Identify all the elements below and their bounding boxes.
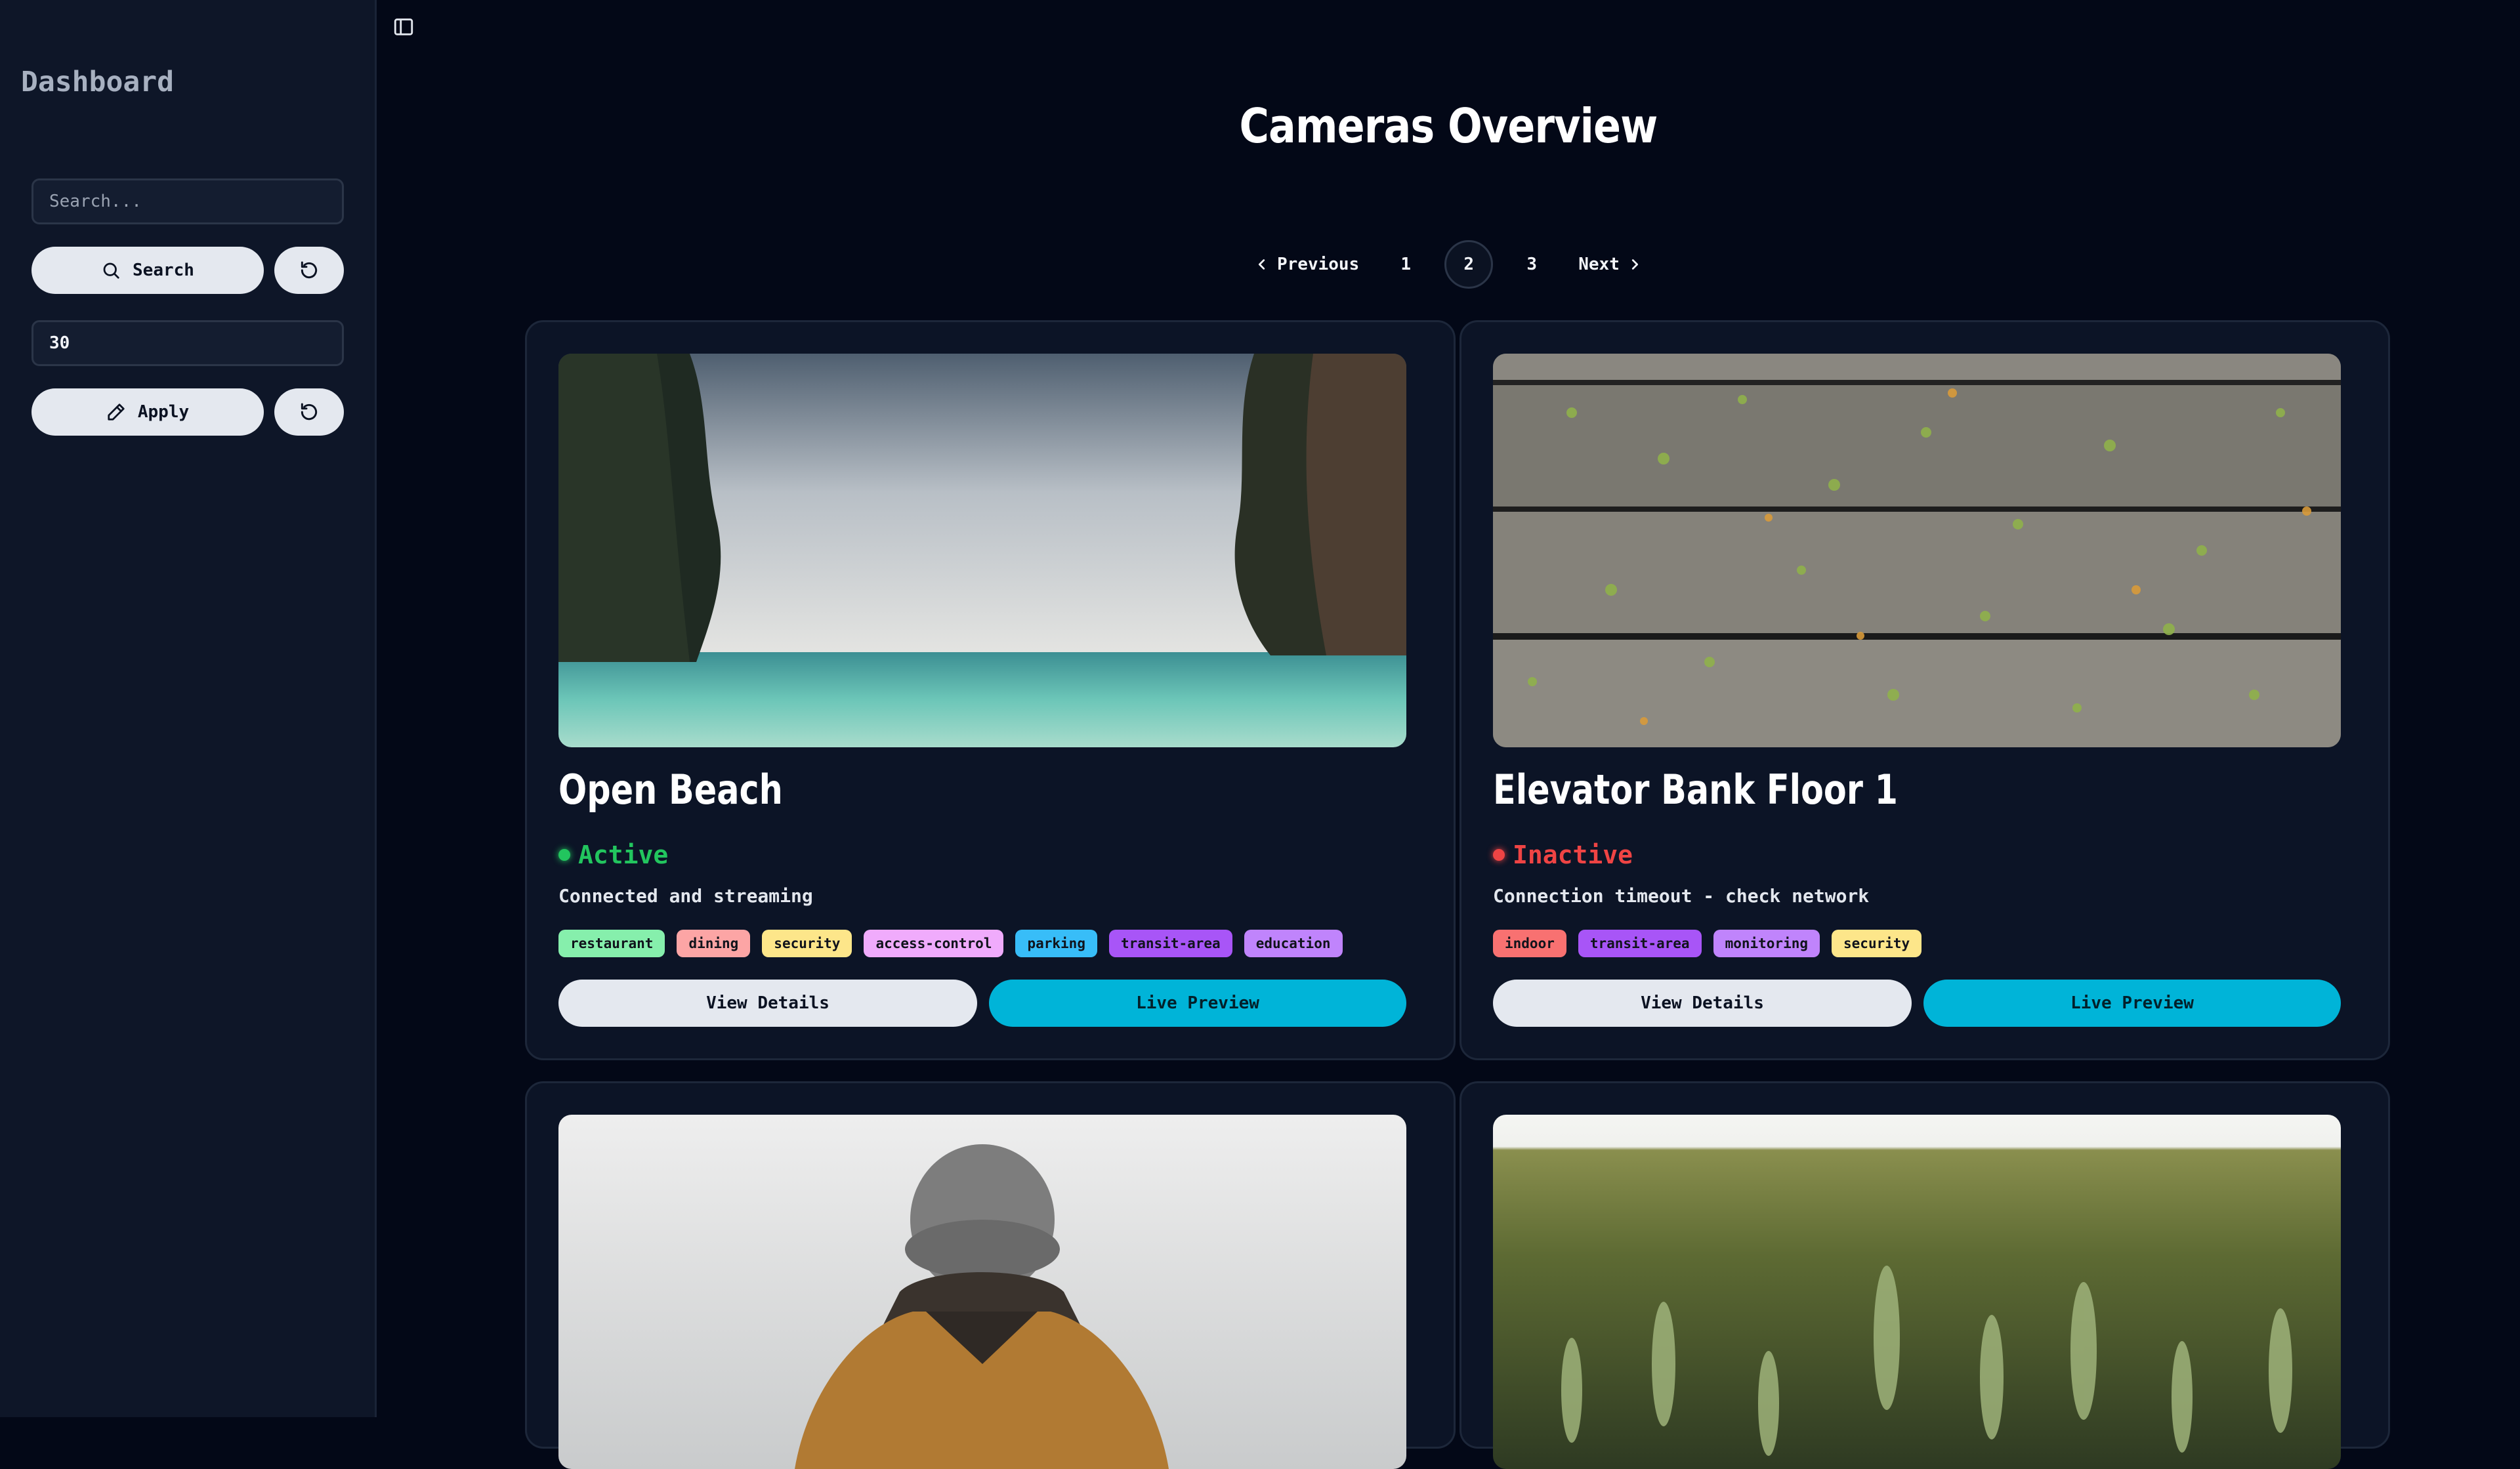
tag: education xyxy=(1244,930,1343,957)
search-input[interactable] xyxy=(32,178,344,224)
previous-page-button[interactable]: Previous xyxy=(1247,240,1367,289)
status-description: Connection timeout - check network xyxy=(1493,885,1870,907)
tag: indoor xyxy=(1493,930,1566,957)
next-page-button[interactable]: Next xyxy=(1570,240,1650,289)
camera-card xyxy=(525,1081,1456,1469)
camera-card: Elevator Bank Floor 1 Inactive Connectio… xyxy=(1460,320,2390,1060)
live-preview-button[interactable]: Live Preview xyxy=(1923,980,2341,1027)
next-label: Next xyxy=(1578,255,1620,274)
search-button-label: Search xyxy=(133,260,194,280)
tag: transit-area xyxy=(1108,930,1232,957)
search-reset-button[interactable] xyxy=(274,247,344,294)
limit-input[interactable] xyxy=(32,320,344,366)
tag-list: restaurant dining security access-contro… xyxy=(558,930,1343,957)
page-title: Cameras Overview xyxy=(1239,98,1658,154)
view-details-button[interactable]: View Details xyxy=(1493,980,1912,1027)
status-label: Inactive xyxy=(1513,840,1633,869)
page-1-button[interactable]: 1 xyxy=(1381,240,1430,289)
view-details-button[interactable]: View Details xyxy=(558,980,977,1027)
apply-button[interactable]: Apply xyxy=(32,388,264,436)
live-preview-button[interactable]: Live Preview xyxy=(989,980,1406,1027)
camera-name: Elevator Bank Floor 1 xyxy=(1493,766,1899,814)
pagination: Previous 1 2 3 Next xyxy=(1247,240,1650,289)
chevron-right-icon xyxy=(1631,259,1638,270)
camera-name: Open Beach xyxy=(558,766,783,814)
camera-thumbnail[interactable] xyxy=(1493,1115,2341,1469)
apply-reset-button[interactable] xyxy=(274,388,344,436)
tag-list: indoor transit-area monitoring security xyxy=(1493,930,1922,957)
camera-thumbnail[interactable] xyxy=(558,1115,1406,1469)
tag: security xyxy=(762,930,852,957)
camera-thumbnail[interactable] xyxy=(1493,354,2341,747)
tag: access-control xyxy=(864,930,1004,957)
status-description: Connected and streaming xyxy=(558,885,813,907)
status-badge: Inactive xyxy=(1493,840,1633,869)
chevron-left-icon xyxy=(1258,259,1265,270)
reset-icon xyxy=(301,261,318,279)
status-dot-icon xyxy=(1493,849,1505,861)
sidebar-toggle-icon[interactable] xyxy=(392,16,415,38)
page-3-button[interactable]: 3 xyxy=(1507,240,1556,289)
camera-card xyxy=(1460,1081,2390,1469)
sidebar-brand: Dashboard xyxy=(21,66,174,98)
tag: transit-area xyxy=(1578,930,1702,957)
reset-icon xyxy=(301,403,318,421)
sidebar: Dashboard Search Apply xyxy=(0,0,377,1417)
pencil-icon xyxy=(108,403,125,421)
tag: monitoring xyxy=(1713,930,1820,957)
search-button[interactable]: Search xyxy=(32,247,264,294)
status-label: Active xyxy=(578,840,669,869)
camera-thumbnail[interactable] xyxy=(558,354,1406,747)
status-dot-icon xyxy=(558,849,570,861)
apply-button-label: Apply xyxy=(137,402,190,422)
search-icon xyxy=(103,262,119,279)
tag: dining xyxy=(677,930,751,957)
previous-label: Previous xyxy=(1277,255,1360,274)
status-badge: Active xyxy=(558,840,668,869)
tag: restaurant xyxy=(558,930,665,957)
page-2-button[interactable]: 2 xyxy=(1444,240,1494,289)
tag: parking xyxy=(1015,930,1097,957)
camera-card: Open Beach Active Connected and streamin… xyxy=(525,320,1456,1060)
tag: security xyxy=(1832,930,1922,957)
